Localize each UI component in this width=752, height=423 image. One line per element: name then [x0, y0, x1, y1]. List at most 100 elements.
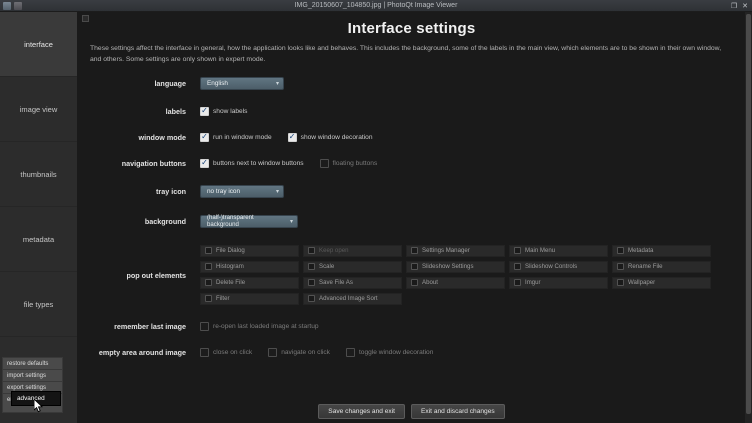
checkbox-unchecked-icon[interactable]: [308, 263, 315, 270]
popout-metadata[interactable]: Metadata: [612, 245, 711, 257]
sidebar-item-image-view[interactable]: image view: [0, 77, 77, 142]
checkbox-label: Slideshow Controls: [525, 263, 577, 270]
menu-item-import-settings[interactable]: import settings: [2, 369, 63, 381]
checkbox-unchecked-icon[interactable]: [346, 348, 355, 357]
sidebar-item-label: metadata: [23, 235, 54, 244]
scrollbar-thumb[interactable]: [746, 14, 751, 414]
checkbox-label: navigate on click: [281, 349, 330, 356]
popout-advanced-image-sort[interactable]: Advanced Image Sort: [303, 293, 402, 305]
app-icon: [3, 2, 11, 10]
sidebar-item-metadata[interactable]: metadata: [0, 207, 77, 272]
panel-corner-icon: [82, 15, 89, 22]
popout-slideshow-controls[interactable]: Slideshow Controls: [509, 261, 608, 273]
row-language: language English ▾: [78, 77, 745, 90]
checkbox-checked-icon[interactable]: [200, 133, 209, 142]
checkbox-label: toggle window decoration: [359, 349, 433, 356]
checkbox-unchecked-icon[interactable]: [308, 247, 315, 254]
checkbox-unchecked-icon[interactable]: [617, 247, 624, 254]
checkbox-unchecked-icon[interactable]: [205, 279, 212, 286]
checkbox-unchecked-icon[interactable]: [514, 247, 521, 254]
popout-scale[interactable]: Scale: [303, 261, 402, 273]
page-description: These settings affect the interface in g…: [90, 44, 731, 66]
checkbox-unchecked-icon[interactable]: [205, 295, 212, 302]
show-window-decoration-checkbox[interactable]: show window decoration: [288, 133, 373, 142]
checkbox-checked-icon[interactable]: [288, 133, 297, 142]
row-label: tray icon: [78, 187, 200, 196]
popout-delete-file[interactable]: Delete File: [200, 277, 299, 289]
checkbox-unchecked-icon[interactable]: [617, 263, 624, 270]
show-labels-checkbox[interactable]: show labels: [200, 107, 247, 116]
row-label: navigation buttons: [78, 159, 200, 168]
menu-item-restore-defaults[interactable]: restore defaults: [2, 357, 63, 369]
maximize-icon[interactable]: ❐: [731, 2, 737, 10]
checkbox-unchecked-icon[interactable]: [308, 295, 315, 302]
checkbox-unchecked-icon[interactable]: [268, 348, 277, 357]
buttons-next-to-window-buttons-checkbox[interactable]: buttons next to window buttons: [200, 159, 304, 168]
chevron-down-icon: ▾: [276, 188, 279, 195]
settings-context-menu: restore defaults import settings export …: [2, 357, 63, 413]
page-title: Interface settings: [78, 20, 745, 37]
popout-imgur[interactable]: Imgur: [509, 277, 608, 289]
popout-slideshow-settings[interactable]: Slideshow Settings: [406, 261, 505, 273]
popout-about[interactable]: About: [406, 277, 505, 289]
run-in-window-mode-checkbox[interactable]: run in window mode: [200, 133, 272, 142]
checkbox-label: Histogram: [216, 263, 244, 270]
floating-buttons-checkbox[interactable]: floating buttons: [320, 159, 378, 168]
vertical-scrollbar[interactable]: [745, 12, 752, 423]
background-dropdown[interactable]: (half-)transparent background ▾: [200, 215, 298, 228]
checkbox-label: Keep open: [319, 247, 348, 254]
close-icon[interactable]: ✕: [742, 2, 748, 10]
checkbox-unchecked-icon[interactable]: [320, 159, 329, 168]
row-background: background (half-)transparent background…: [78, 215, 745, 228]
popout-settings-manager[interactable]: Settings Manager: [406, 245, 505, 257]
popout-keep-open[interactable]: Keep open: [303, 245, 402, 257]
checkbox-unchecked-icon[interactable]: [411, 279, 418, 286]
checkbox-unchecked-icon[interactable]: [200, 322, 209, 331]
popout-main-menu[interactable]: Main Menu: [509, 245, 608, 257]
tray-icon-dropdown-value: no tray icon: [207, 188, 240, 195]
checkbox-unchecked-icon[interactable]: [514, 279, 521, 286]
sidebar-item-thumbnails[interactable]: thumbnails: [0, 142, 77, 207]
checkbox-label: Metadata: [628, 247, 653, 254]
navigate-on-click-checkbox[interactable]: navigate on click: [268, 348, 330, 357]
checkbox-unchecked-icon[interactable]: [514, 263, 521, 270]
checkbox-unchecked-icon[interactable]: [205, 263, 212, 270]
checkbox-unchecked-icon[interactable]: [411, 247, 418, 254]
reopen-last-image-checkbox[interactable]: re-open last loaded image at startup: [200, 322, 319, 331]
checkbox-unchecked-icon[interactable]: [308, 279, 315, 286]
toggle-window-decoration-checkbox[interactable]: toggle window decoration: [346, 348, 433, 357]
menu-item-partial[interactable]: [2, 405, 63, 413]
row-empty-area-around-image: empty area around image close on click n…: [78, 348, 745, 357]
popout-save-file-as[interactable]: Save File As: [303, 277, 402, 289]
row-label: window mode: [78, 133, 200, 142]
popout-wallpaper[interactable]: Wallpaper: [612, 277, 711, 289]
sidebar-item-file-types[interactable]: file types: [0, 272, 77, 337]
row-label: empty area around image: [78, 348, 200, 357]
checkbox-checked-icon[interactable]: [200, 107, 209, 116]
save-and-exit-button[interactable]: Save changes and exit: [318, 404, 405, 419]
popout-file-dialog[interactable]: File Dialog: [200, 245, 299, 257]
sidebar-item-label: image view: [20, 105, 58, 114]
row-tray-icon: tray icon no tray icon ▾: [78, 185, 745, 198]
chevron-down-icon: ▾: [276, 80, 279, 87]
row-window-mode: window mode run in window mode show wind…: [78, 133, 745, 142]
checkbox-unchecked-icon[interactable]: [617, 279, 624, 286]
checkbox-unchecked-icon[interactable]: [411, 263, 418, 270]
checkbox-unchecked-icon[interactable]: [205, 247, 212, 254]
checkbox-label: buttons next to window buttons: [213, 160, 304, 167]
popout-rename-file[interactable]: Rename File: [612, 261, 711, 273]
sidebar-item-interface[interactable]: interface: [0, 12, 77, 77]
footer-bar: Save changes and exit Exit and discard c…: [78, 399, 745, 423]
mouse-cursor: [34, 399, 44, 419]
checkbox-unchecked-icon[interactable]: [200, 348, 209, 357]
checkbox-checked-icon[interactable]: [200, 159, 209, 168]
row-label: pop out elements: [78, 269, 200, 280]
close-on-click-checkbox[interactable]: close on click: [200, 348, 252, 357]
popout-filter[interactable]: Filter: [200, 293, 299, 305]
tray-icon-dropdown[interactable]: no tray icon ▾: [200, 185, 284, 198]
exit-discard-button[interactable]: Exit and discard changes: [411, 404, 505, 419]
language-dropdown[interactable]: English ▾: [200, 77, 284, 90]
row-remember-last-image: remember last image re-open last loaded …: [78, 322, 745, 331]
window-menu-icon[interactable]: [14, 2, 22, 10]
popout-histogram[interactable]: Histogram: [200, 261, 299, 273]
